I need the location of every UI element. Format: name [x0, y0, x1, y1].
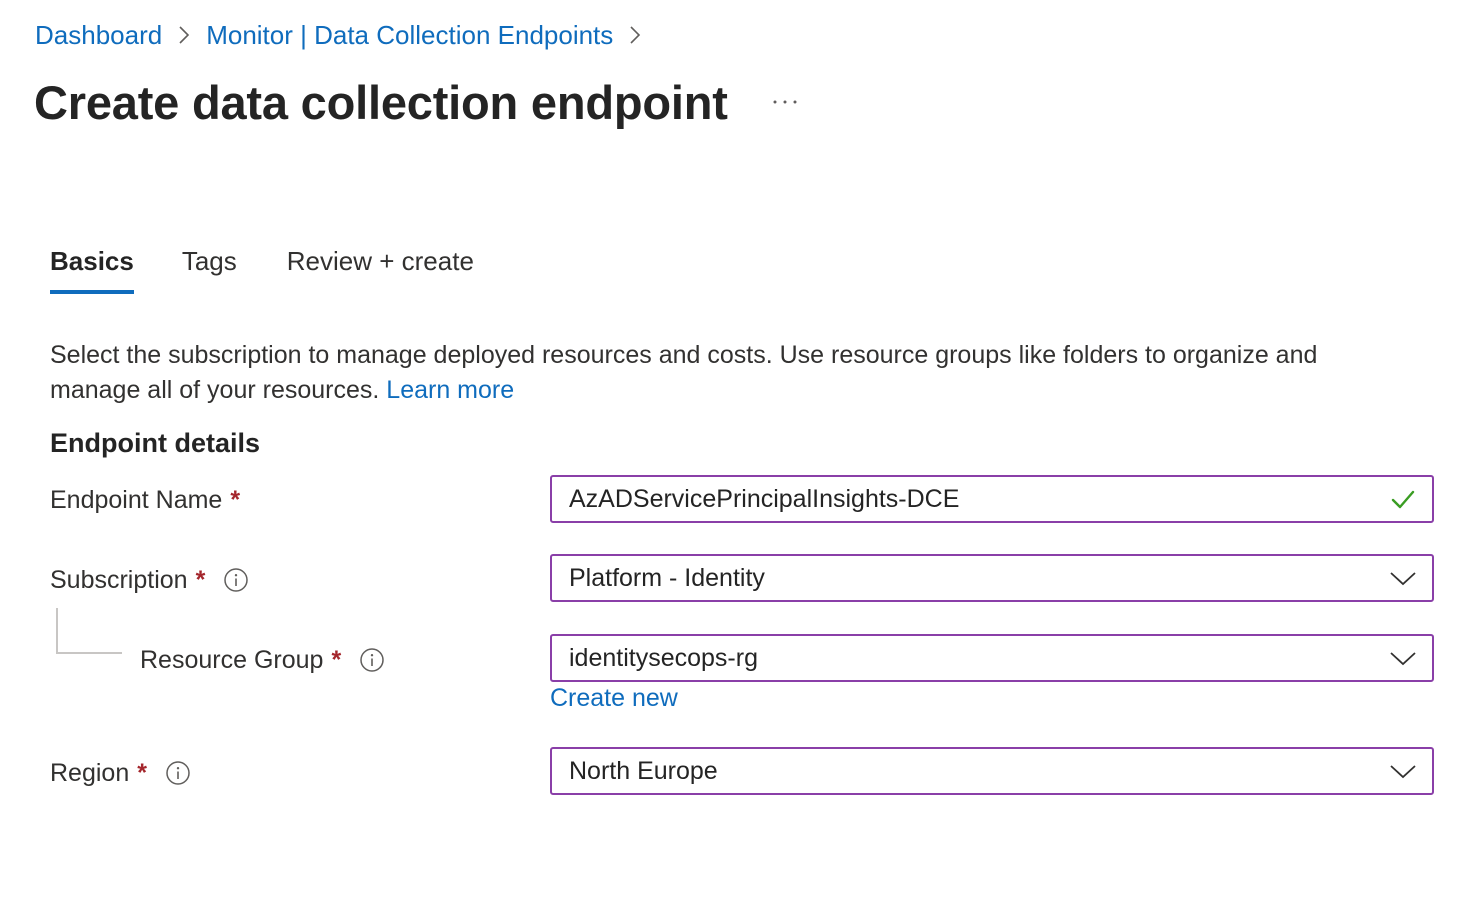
more-actions-button[interactable] [765, 84, 805, 120]
chevron-down-icon [1388, 643, 1418, 673]
breadcrumb-monitor-dce-link[interactable]: Monitor | Data Collection Endpoints [206, 20, 613, 51]
required-marker: * [230, 485, 241, 514]
chevron-right-icon [162, 16, 206, 54]
create-new-resource-group-link[interactable]: Create new [550, 684, 678, 713]
create-dce-page: Dashboard Monitor | Data Collection Endp… [0, 0, 1484, 902]
tab-review-create[interactable]: Review + create [287, 236, 474, 286]
tree-connector [56, 608, 122, 654]
region-label: Region * [50, 753, 191, 793]
description: Select the subscription to manage deploy… [50, 338, 1410, 408]
endpoint-name-input[interactable] [569, 484, 1388, 514]
resource-group-value: identitysecops-rg [569, 643, 758, 672]
chevron-down-icon [1388, 563, 1418, 593]
endpoint-name-label-text: Endpoint Name [50, 485, 223, 514]
learn-more-link[interactable]: Learn more [386, 376, 514, 404]
subscription-label-text: Subscription [50, 565, 188, 594]
info-icon[interactable] [223, 567, 249, 593]
chevron-down-icon [1388, 756, 1418, 786]
checkmark-icon [1388, 484, 1418, 514]
breadcrumb-dashboard-link[interactable]: Dashboard [35, 20, 162, 51]
resource-group-label-text: Resource Group [140, 645, 324, 674]
subscription-label: Subscription * [50, 560, 249, 600]
info-icon[interactable] [359, 647, 385, 673]
subscription-dropdown[interactable]: Platform - Identity [550, 554, 1434, 602]
required-marker: * [331, 645, 342, 674]
ellipsis-icon [772, 99, 798, 105]
section-heading: Endpoint details [50, 428, 261, 458]
breadcrumb: Dashboard Monitor | Data Collection Endp… [35, 16, 657, 54]
required-marker: * [137, 758, 147, 787]
region-value: North Europe [569, 756, 718, 785]
resource-group-dropdown[interactable]: identitysecops-rg [550, 634, 1434, 682]
region-dropdown[interactable]: North Europe [550, 747, 1434, 795]
description-text: Select the subscription to manage deploy… [50, 341, 1318, 404]
endpoint-name-field[interactable] [550, 475, 1434, 523]
info-icon[interactable] [165, 760, 191, 786]
required-marker: * [195, 565, 206, 594]
page-title: Create data collection endpoint [34, 75, 728, 129]
chevron-right-icon [613, 16, 657, 54]
endpoint-name-label: Endpoint Name * [50, 480, 240, 520]
resource-group-label: Resource Group * [140, 640, 385, 680]
title-row: Create data collection endpoint [34, 70, 728, 134]
tab-bar: Basics Tags Review + create [50, 236, 474, 296]
tab-tags[interactable]: Tags [182, 236, 237, 286]
subscription-value: Platform - Identity [569, 563, 765, 592]
region-label-text: Region [50, 758, 130, 787]
tab-basics[interactable]: Basics [50, 236, 134, 294]
